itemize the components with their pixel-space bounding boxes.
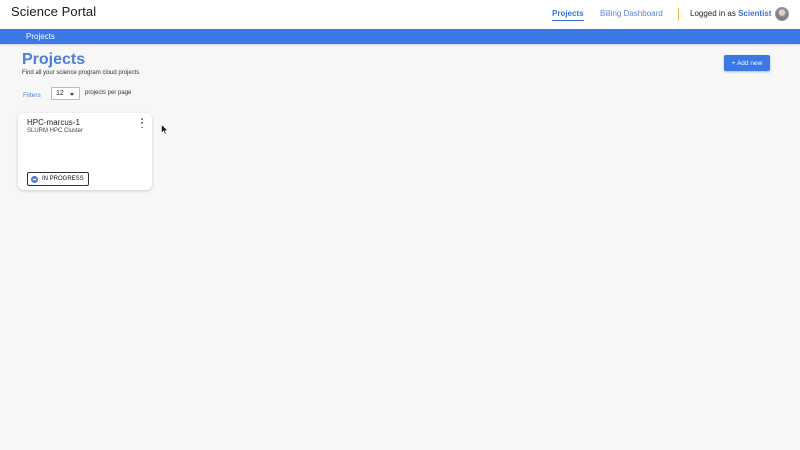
nav-divider [678, 8, 679, 21]
breadcrumb-bar: Projects [0, 29, 800, 44]
project-name: HPC-marcus-1 [27, 118, 80, 127]
login-username[interactable]: Scientist [738, 9, 771, 18]
nav-link-projects[interactable]: Projects [552, 9, 584, 21]
top-navigation-bar: Science Portal Projects Billing Dashboar… [0, 0, 800, 29]
mouse-cursor-icon [161, 124, 169, 135]
page-title: Projects [22, 51, 86, 68]
page-subtitle: Find all your science program cloud proj… [22, 70, 140, 76]
project-type: SLURM HPC Cluster [27, 128, 84, 134]
status-badge: IN PROGRESS [27, 172, 89, 186]
login-prefix: Logged in as [690, 9, 736, 18]
chevron-down-icon [70, 93, 74, 96]
per-page-label: projects per page [85, 90, 132, 96]
project-card[interactable]: HPC-marcus-1 SLURM HPC Cluster IN PROGRE… [18, 113, 152, 190]
nav-link-billing-dashboard[interactable]: Billing Dashboard [600, 9, 663, 18]
user-avatar-icon[interactable] [775, 7, 789, 21]
filters-link[interactable]: Filters [23, 92, 41, 99]
projects-per-page-select[interactable]: 12 [51, 87, 80, 100]
add-new-project-button[interactable]: + Add new [724, 55, 770, 71]
login-status: Logged in as Scientist [690, 9, 771, 18]
per-page-value: 12 [56, 90, 64, 97]
progress-icon [31, 175, 38, 183]
status-label: IN PROGRESS [42, 176, 84, 182]
breadcrumb-projects[interactable]: Projects [26, 32, 55, 41]
kebab-menu-icon[interactable] [139, 118, 145, 128]
app-title: Science Portal [11, 4, 97, 19]
